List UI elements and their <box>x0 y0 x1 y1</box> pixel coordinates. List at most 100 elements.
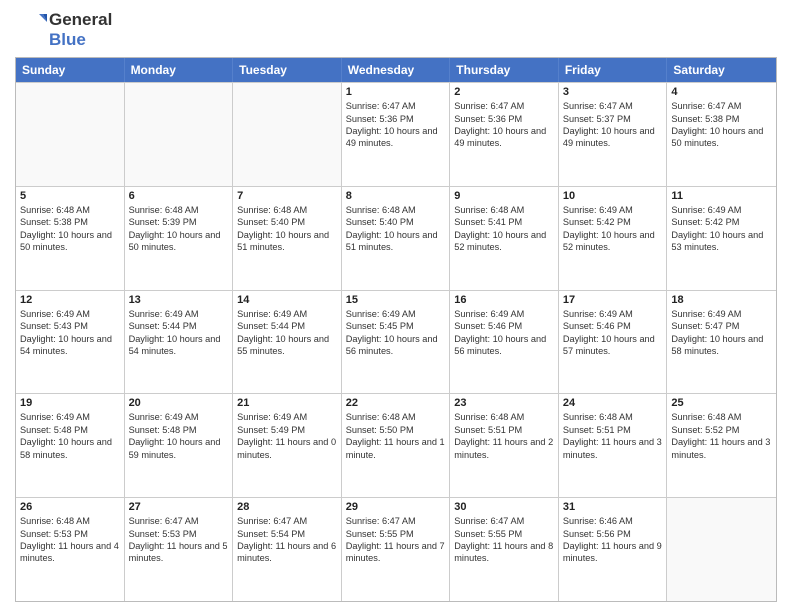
daylight-line: Daylight: 11 hours and 7 minutes. <box>346 540 446 565</box>
logo-svg <box>15 10 47 46</box>
sunset-line: Sunset: 5:36 PM <box>454 113 554 125</box>
header-day-sunday: Sunday <box>16 58 125 82</box>
sunrise-line: Sunrise: 6:49 AM <box>237 308 337 320</box>
day-number: 20 <box>129 397 229 409</box>
daylight-line: Daylight: 10 hours and 49 minutes. <box>346 125 446 150</box>
sunrise-line: Sunrise: 6:48 AM <box>346 411 446 423</box>
sunrise-line: Sunrise: 6:46 AM <box>563 515 663 527</box>
day-cell-27: 27 Sunrise: 6:47 AM Sunset: 5:53 PM Dayl… <box>125 498 234 601</box>
day-cell-17: 17 Sunrise: 6:49 AM Sunset: 5:46 PM Dayl… <box>559 291 668 394</box>
sunset-line: Sunset: 5:45 PM <box>346 320 446 332</box>
sunset-line: Sunset: 5:55 PM <box>454 528 554 540</box>
day-number: 15 <box>346 294 446 306</box>
sunrise-line: Sunrise: 6:49 AM <box>563 204 663 216</box>
day-number: 22 <box>346 397 446 409</box>
logo-blue-text: Blue <box>49 30 112 50</box>
sunrise-line: Sunrise: 6:47 AM <box>237 515 337 527</box>
sunrise-line: Sunrise: 6:47 AM <box>563 100 663 112</box>
header-day-friday: Friday <box>559 58 668 82</box>
day-number: 21 <box>237 397 337 409</box>
sunrise-line: Sunrise: 6:48 AM <box>346 204 446 216</box>
sunset-line: Sunset: 5:39 PM <box>129 216 229 228</box>
day-number: 2 <box>454 86 554 98</box>
empty-cell-w0-1 <box>125 83 234 186</box>
sunset-line: Sunset: 5:51 PM <box>563 424 663 436</box>
daylight-line: Daylight: 10 hours and 55 minutes. <box>237 333 337 358</box>
day-number: 27 <box>129 501 229 513</box>
sunset-line: Sunset: 5:51 PM <box>454 424 554 436</box>
daylight-line: Daylight: 10 hours and 50 minutes. <box>671 125 772 150</box>
day-cell-1: 1 Sunrise: 6:47 AM Sunset: 5:36 PM Dayli… <box>342 83 451 186</box>
day-cell-10: 10 Sunrise: 6:49 AM Sunset: 5:42 PM Dayl… <box>559 187 668 290</box>
day-cell-21: 21 Sunrise: 6:49 AM Sunset: 5:49 PM Dayl… <box>233 394 342 497</box>
sunrise-line: Sunrise: 6:48 AM <box>129 204 229 216</box>
day-number: 24 <box>563 397 663 409</box>
day-cell-12: 12 Sunrise: 6:49 AM Sunset: 5:43 PM Dayl… <box>16 291 125 394</box>
sunset-line: Sunset: 5:38 PM <box>20 216 120 228</box>
day-cell-30: 30 Sunrise: 6:47 AM Sunset: 5:55 PM Dayl… <box>450 498 559 601</box>
sunset-line: Sunset: 5:40 PM <box>237 216 337 228</box>
daylight-line: Daylight: 10 hours and 53 minutes. <box>671 229 772 254</box>
daylight-line: Daylight: 10 hours and 49 minutes. <box>563 125 663 150</box>
day-cell-19: 19 Sunrise: 6:49 AM Sunset: 5:48 PM Dayl… <box>16 394 125 497</box>
daylight-line: Daylight: 10 hours and 51 minutes. <box>346 229 446 254</box>
day-cell-14: 14 Sunrise: 6:49 AM Sunset: 5:44 PM Dayl… <box>233 291 342 394</box>
header-day-saturday: Saturday <box>667 58 776 82</box>
day-number: 1 <box>346 86 446 98</box>
sunrise-line: Sunrise: 6:49 AM <box>20 411 120 423</box>
sunrise-line: Sunrise: 6:47 AM <box>346 515 446 527</box>
daylight-line: Daylight: 11 hours and 8 minutes. <box>454 540 554 565</box>
day-number: 12 <box>20 294 120 306</box>
day-number: 10 <box>563 190 663 202</box>
day-number: 5 <box>20 190 120 202</box>
day-number: 18 <box>671 294 772 306</box>
daylight-line: Daylight: 10 hours and 49 minutes. <box>454 125 554 150</box>
day-number: 11 <box>671 190 772 202</box>
daylight-line: Daylight: 11 hours and 6 minutes. <box>237 540 337 565</box>
empty-cell-w0-0 <box>16 83 125 186</box>
day-number: 26 <box>20 501 120 513</box>
day-cell-11: 11 Sunrise: 6:49 AM Sunset: 5:42 PM Dayl… <box>667 187 776 290</box>
sunrise-line: Sunrise: 6:49 AM <box>671 204 772 216</box>
empty-cell-w4-6 <box>667 498 776 601</box>
sunrise-line: Sunrise: 6:48 AM <box>563 411 663 423</box>
sunset-line: Sunset: 5:48 PM <box>20 424 120 436</box>
calendar-body: 1 Sunrise: 6:47 AM Sunset: 5:36 PM Dayli… <box>16 82 776 601</box>
sunrise-line: Sunrise: 6:48 AM <box>671 411 772 423</box>
daylight-line: Daylight: 10 hours and 54 minutes. <box>20 333 120 358</box>
day-cell-31: 31 Sunrise: 6:46 AM Sunset: 5:56 PM Dayl… <box>559 498 668 601</box>
day-number: 31 <box>563 501 663 513</box>
day-number: 17 <box>563 294 663 306</box>
sunrise-line: Sunrise: 6:49 AM <box>20 308 120 320</box>
sunrise-line: Sunrise: 6:47 AM <box>454 100 554 112</box>
day-cell-29: 29 Sunrise: 6:47 AM Sunset: 5:55 PM Dayl… <box>342 498 451 601</box>
day-cell-4: 4 Sunrise: 6:47 AM Sunset: 5:38 PM Dayli… <box>667 83 776 186</box>
daylight-line: Daylight: 11 hours and 0 minutes. <box>237 436 337 461</box>
day-cell-18: 18 Sunrise: 6:49 AM Sunset: 5:47 PM Dayl… <box>667 291 776 394</box>
sunset-line: Sunset: 5:54 PM <box>237 528 337 540</box>
sunset-line: Sunset: 5:56 PM <box>563 528 663 540</box>
daylight-line: Daylight: 11 hours and 9 minutes. <box>563 540 663 565</box>
day-cell-15: 15 Sunrise: 6:49 AM Sunset: 5:45 PM Dayl… <box>342 291 451 394</box>
sunset-line: Sunset: 5:44 PM <box>129 320 229 332</box>
header-day-wednesday: Wednesday <box>342 58 451 82</box>
daylight-line: Daylight: 11 hours and 2 minutes. <box>454 436 554 461</box>
sunrise-line: Sunrise: 6:48 AM <box>237 204 337 216</box>
day-cell-24: 24 Sunrise: 6:48 AM Sunset: 5:51 PM Dayl… <box>559 394 668 497</box>
day-cell-16: 16 Sunrise: 6:49 AM Sunset: 5:46 PM Dayl… <box>450 291 559 394</box>
sunset-line: Sunset: 5:53 PM <box>129 528 229 540</box>
sunrise-line: Sunrise: 6:48 AM <box>454 204 554 216</box>
sunrise-line: Sunrise: 6:49 AM <box>346 308 446 320</box>
daylight-line: Daylight: 10 hours and 52 minutes. <box>563 229 663 254</box>
day-number: 4 <box>671 86 772 98</box>
daylight-line: Daylight: 10 hours and 59 minutes. <box>129 436 229 461</box>
sunset-line: Sunset: 5:49 PM <box>237 424 337 436</box>
day-number: 19 <box>20 397 120 409</box>
day-cell-13: 13 Sunrise: 6:49 AM Sunset: 5:44 PM Dayl… <box>125 291 234 394</box>
sunset-line: Sunset: 5:53 PM <box>20 528 120 540</box>
sunrise-line: Sunrise: 6:47 AM <box>454 515 554 527</box>
sunrise-line: Sunrise: 6:48 AM <box>20 204 120 216</box>
week-row-4: 19 Sunrise: 6:49 AM Sunset: 5:48 PM Dayl… <box>16 393 776 497</box>
sunset-line: Sunset: 5:38 PM <box>671 113 772 125</box>
header-day-thursday: Thursday <box>450 58 559 82</box>
